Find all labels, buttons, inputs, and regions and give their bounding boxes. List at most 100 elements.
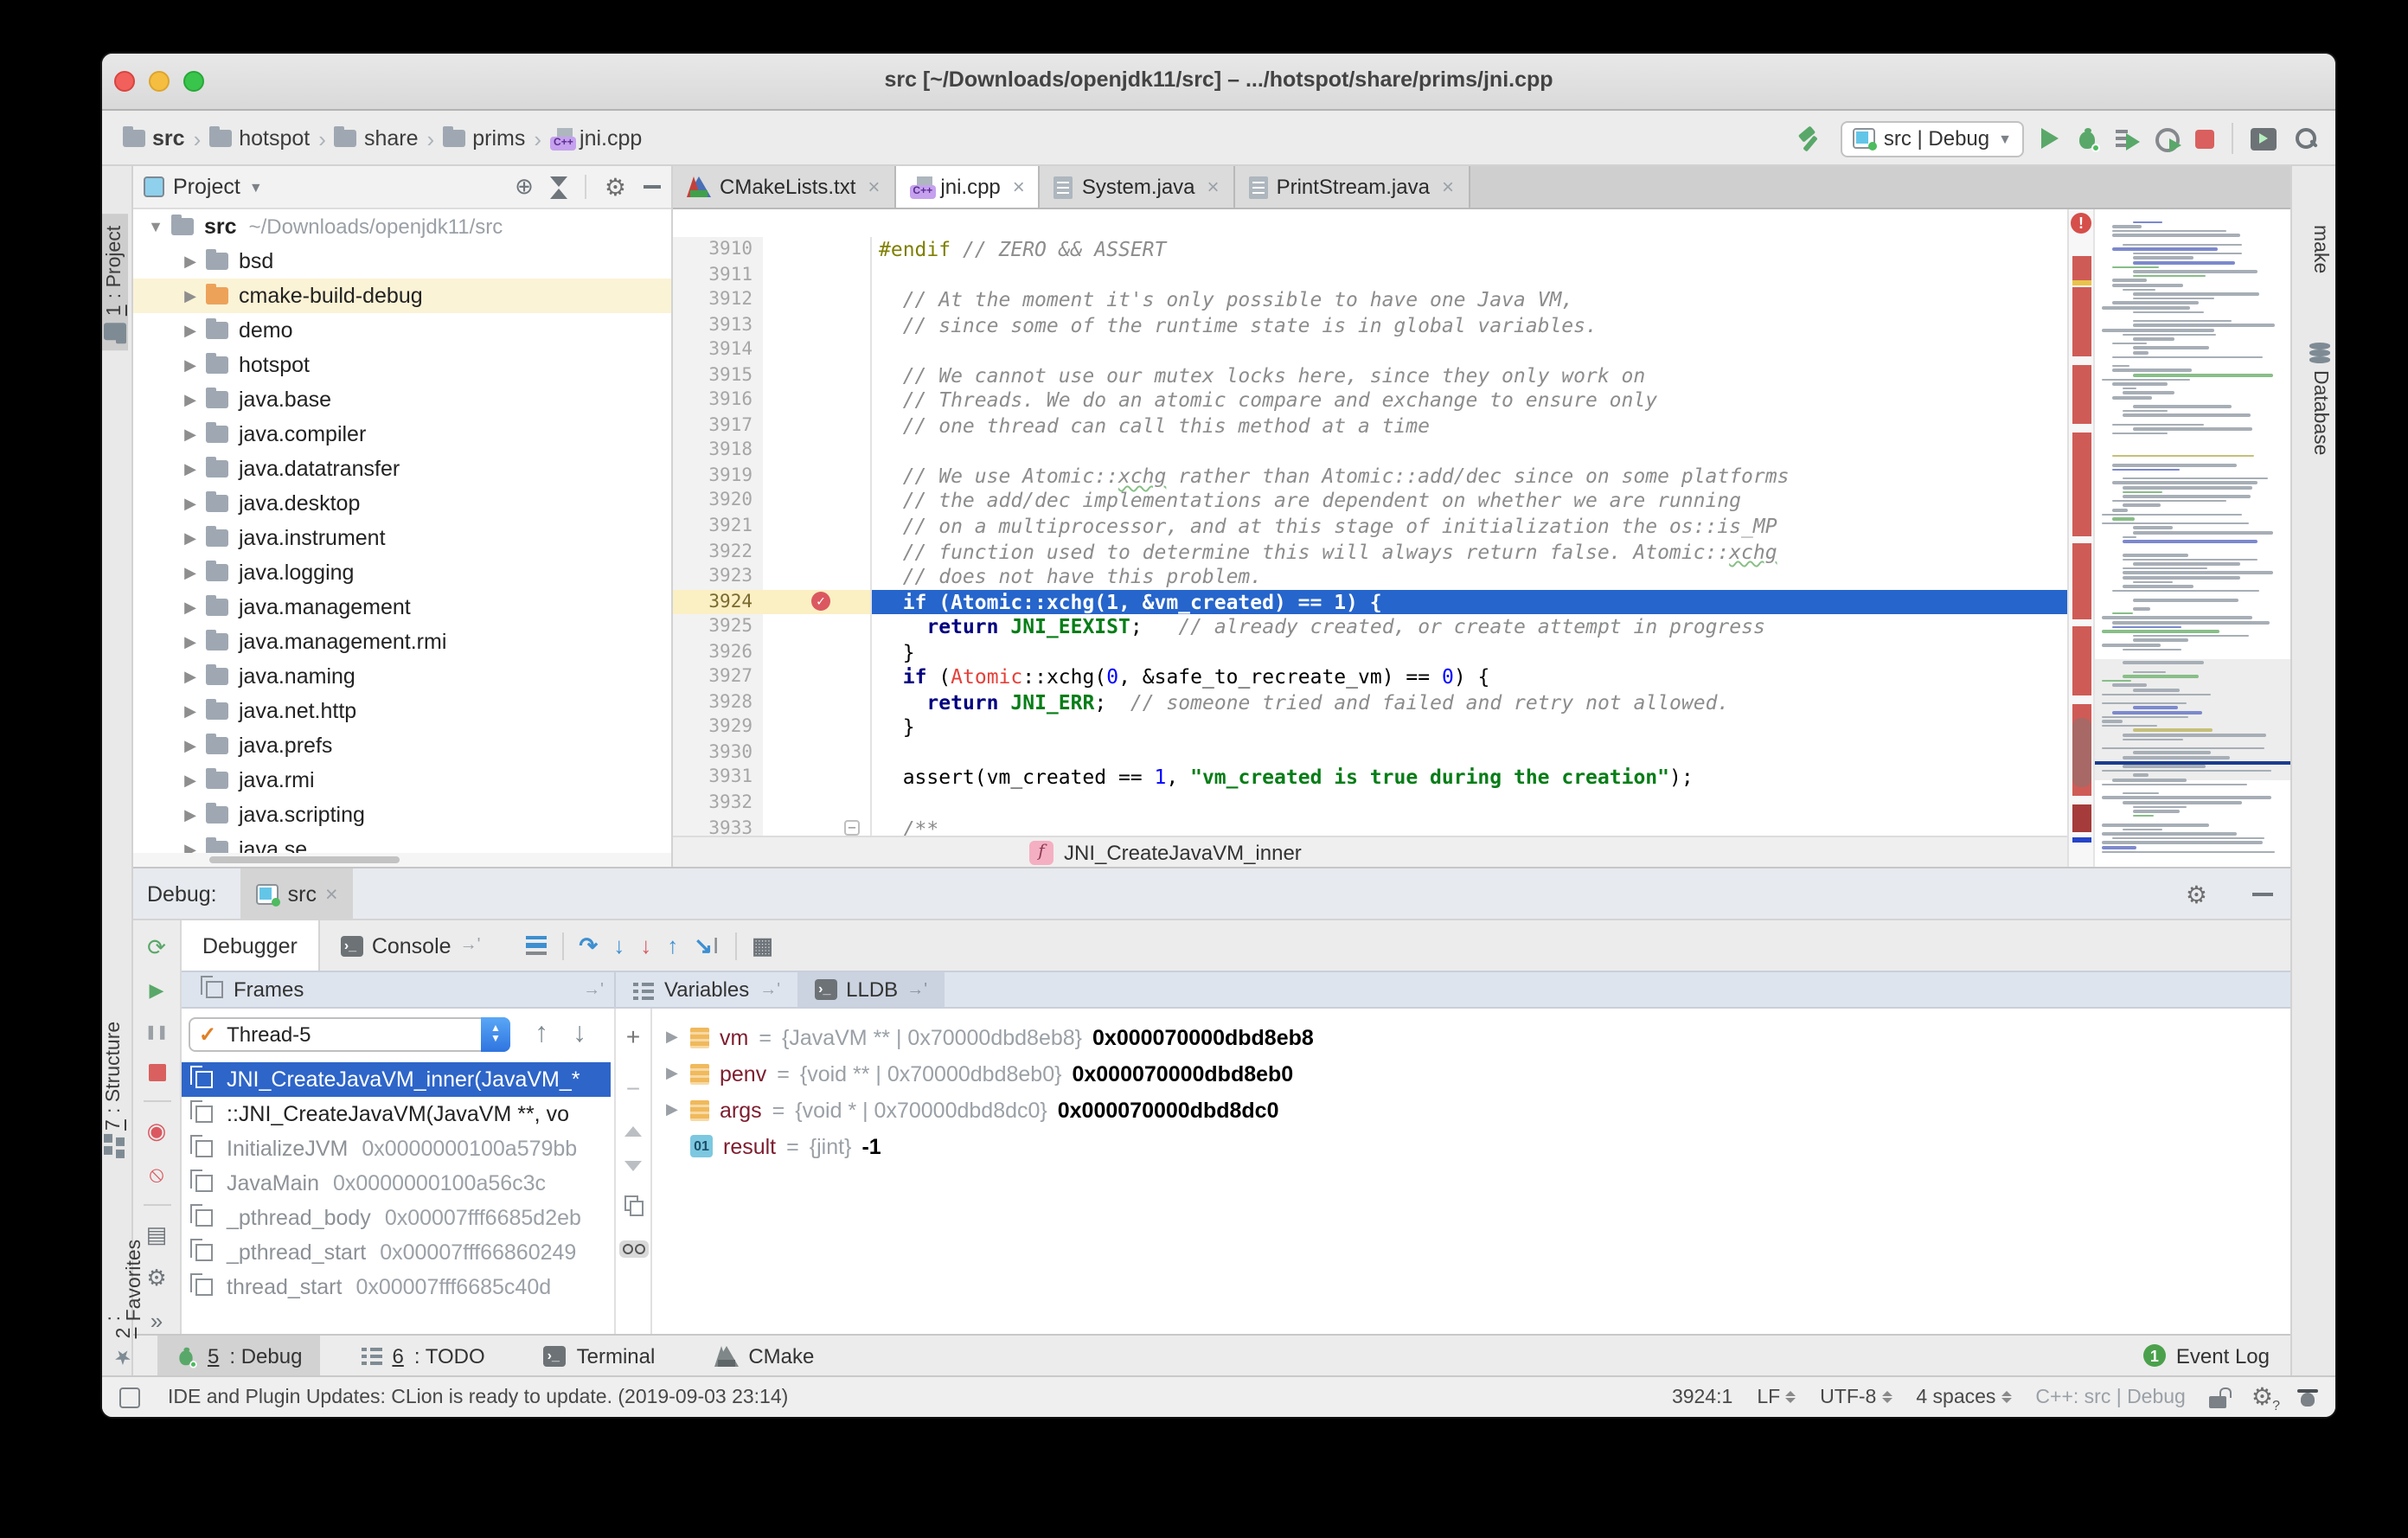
close-icon[interactable]: × xyxy=(868,175,880,199)
chevron-collapsed-icon[interactable]: ▶ xyxy=(182,632,199,651)
hide-panel-icon[interactable] xyxy=(644,185,661,189)
tree-item-demo[interactable]: ▶demo xyxy=(133,313,671,348)
gutter-icons[interactable] xyxy=(763,413,872,439)
chevron-collapsed-icon[interactable]: ▶ xyxy=(182,529,199,548)
chevron-collapsed-icon[interactable]: ▶ xyxy=(182,736,199,755)
frame-down-icon[interactable]: ↓ xyxy=(573,1019,586,1050)
tree-item-java.prefs[interactable]: ▶java.prefs xyxy=(133,728,671,763)
tree-item-java.desktop[interactable]: ▶java.desktop xyxy=(133,486,671,521)
gutter-icons[interactable] xyxy=(763,439,872,464)
frame-row[interactable]: _pthread_start0x00007fff66860249 xyxy=(182,1235,611,1270)
error-stripe-mark[interactable] xyxy=(2072,365,2091,424)
variable-row[interactable]: ▶vm = {JavaVM ** | 0x70000dbd8eb8} 0x000… xyxy=(666,1019,2335,1055)
step-over-icon[interactable]: ↷ xyxy=(579,932,598,959)
tab-console[interactable]: Console →' xyxy=(320,920,502,971)
breadcrumb-item[interactable]: src xyxy=(123,126,185,151)
tree-item-java.naming[interactable]: ▶java.naming xyxy=(133,659,671,694)
hide-debug-panel-icon[interactable] xyxy=(2252,892,2273,895)
gutter-icons[interactable] xyxy=(763,287,872,312)
hector-inspections-icon[interactable] xyxy=(2297,1387,2318,1407)
toolwindow-button-debug[interactable]: 5: Debug xyxy=(157,1336,319,1375)
tree-item-hotspot[interactable]: ▶hotspot xyxy=(133,348,671,382)
sidebar-tab-structure[interactable]: 7: Structure xyxy=(102,1010,126,1169)
evaluate-expression-icon[interactable]: ▦ xyxy=(752,932,773,959)
editor-tab-jni.cpp[interactable]: jni.cpp× xyxy=(895,166,1040,208)
chevron-collapsed-icon[interactable]: ▶ xyxy=(182,840,199,853)
debug-session-tab[interactable]: src × xyxy=(241,868,354,919)
status-message[interactable]: IDE and Plugin Updates: CLion is ready t… xyxy=(168,1387,788,1407)
breakpoint-icon[interactable]: ✓ xyxy=(811,592,830,611)
project-panel-title[interactable]: Project xyxy=(173,175,240,199)
frame-row[interactable]: InitializeJVM0x0000000100a579bb xyxy=(182,1131,611,1166)
variable-row[interactable]: 01result = {jint} -1 xyxy=(666,1128,2335,1164)
toolwindow-button-cmake[interactable]: CMake xyxy=(696,1336,831,1375)
gutter-icons[interactable] xyxy=(763,388,872,413)
code-line-3929[interactable]: 3929 } xyxy=(673,715,2067,740)
errors-found-icon[interactable]: ! xyxy=(2071,213,2091,234)
fold-marker-icon[interactable]: − xyxy=(844,819,860,835)
tree-item-java.logging[interactable]: ▶java.logging xyxy=(133,555,671,590)
error-stripe-mark[interactable] xyxy=(2072,256,2091,280)
frame-up-icon[interactable]: ↑ xyxy=(535,1019,548,1050)
close-icon[interactable]: × xyxy=(1442,175,1454,199)
code-line-3922[interactable]: 3922 // function used to determine this … xyxy=(673,539,2067,564)
tool-window-switcher-icon[interactable] xyxy=(119,1387,140,1407)
breadcrumb-function-name[interactable]: JNI_CreateJavaVM_inner xyxy=(1064,840,1302,864)
gutter-icons[interactable] xyxy=(763,539,872,564)
profiler-button[interactable] xyxy=(2155,127,2178,150)
chevron-collapsed-icon[interactable]: ▶ xyxy=(182,390,199,409)
code-line-3916[interactable]: 3916 // Threads. We do an atomic compare… xyxy=(673,388,2067,413)
error-stripe-mark[interactable] xyxy=(2072,433,2091,536)
close-icon[interactable]: × xyxy=(1013,175,1025,199)
copy-icon[interactable] xyxy=(624,1195,643,1216)
chevron-collapsed-icon[interactable]: ▶ xyxy=(666,1064,680,1083)
code-line-3930[interactable]: 3930 xyxy=(673,740,2067,766)
project-hscrollbar[interactable] xyxy=(133,853,671,867)
indent-select[interactable]: 4 spaces xyxy=(1916,1387,2011,1407)
sidebar-tab-project[interactable]: 1: Project xyxy=(102,215,128,350)
titlebar[interactable]: src [~/Downloads/openjdk11/src] – .../ho… xyxy=(102,54,2335,111)
chevron-expanded-icon[interactable]: ▼ xyxy=(147,218,164,235)
variable-row[interactable]: ▶penv = {void ** | 0x70000dbd8eb0} 0x000… xyxy=(666,1055,2335,1092)
error-stripe[interactable]: ! xyxy=(2067,209,2093,867)
gutter-icons[interactable] xyxy=(763,640,872,665)
remove-watch-icon[interactable]: − xyxy=(626,1074,640,1102)
tree-item-java.management[interactable]: ▶java.management xyxy=(133,590,671,625)
gutter-icons[interactable] xyxy=(763,766,872,791)
code-line-3923[interactable]: 3923 // does not have this problem. xyxy=(673,564,2067,589)
collapse-all-icon[interactable] xyxy=(551,176,568,198)
chevron-collapsed-icon[interactable]: ▶ xyxy=(182,598,199,617)
event-log-button[interactable]: 1Event Log xyxy=(2143,1343,2270,1368)
code-editor[interactable]: 3910#endif // ZERO && ASSERT39113912 // … xyxy=(673,209,2067,836)
error-stripe-mark[interactable] xyxy=(2072,804,2091,832)
tree-item-bsd[interactable]: ▶bsd xyxy=(133,244,671,279)
close-icon[interactable]: × xyxy=(325,881,338,906)
ide-update-icon[interactable]: ⚙? xyxy=(2251,1384,2273,1410)
code-line-3917[interactable]: 3917 // one thread can call this method … xyxy=(673,413,2067,439)
code-line-3918[interactable]: 3918 xyxy=(673,439,2067,464)
chevron-collapsed-icon[interactable]: ▶ xyxy=(182,252,199,271)
code-line-3919[interactable]: 3919 // We use Atomic::xchg rather than … xyxy=(673,464,2067,489)
frame-row[interactable]: JavaMain0x0000000100a56c3c xyxy=(182,1166,611,1201)
code-line-3927[interactable]: 3927 if (Atomic::xchg(0, &safe_to_recrea… xyxy=(673,665,2067,690)
frame-row[interactable]: thread_start0x00007fff6685c40d xyxy=(182,1270,611,1304)
breadcrumb-item[interactable]: jni.cpp xyxy=(550,126,642,151)
sidebar-tab-favorites[interactable]: ★2: Favorites xyxy=(102,1228,147,1380)
stop-button[interactable] xyxy=(2195,129,2214,148)
encoding-select[interactable]: UTF-8 xyxy=(1820,1387,1892,1407)
code-line-3932[interactable]: 3932 xyxy=(673,791,2067,816)
chevron-collapsed-icon[interactable]: ▶ xyxy=(666,1100,680,1119)
close-icon[interactable]: × xyxy=(1207,175,1220,199)
error-stripe-mark[interactable] xyxy=(2072,543,2091,619)
chevron-collapsed-icon[interactable]: ▶ xyxy=(182,494,199,513)
gutter-icons[interactable] xyxy=(763,337,872,362)
gutter-icons[interactable]: ✓ xyxy=(763,589,872,614)
gutter-icons[interactable] xyxy=(763,715,872,740)
chevron-collapsed-icon[interactable]: ▶ xyxy=(182,805,199,824)
build-hammer-icon[interactable] xyxy=(1797,125,1823,151)
chevron-collapsed-icon[interactable]: ▶ xyxy=(182,702,199,721)
run-configuration-select[interactable]: src | Debug ▼ xyxy=(1841,120,2024,157)
gutter-icons[interactable] xyxy=(763,614,872,639)
gutter-icons[interactable] xyxy=(763,665,872,690)
current-line-stripe-mark[interactable] xyxy=(2072,837,2091,843)
